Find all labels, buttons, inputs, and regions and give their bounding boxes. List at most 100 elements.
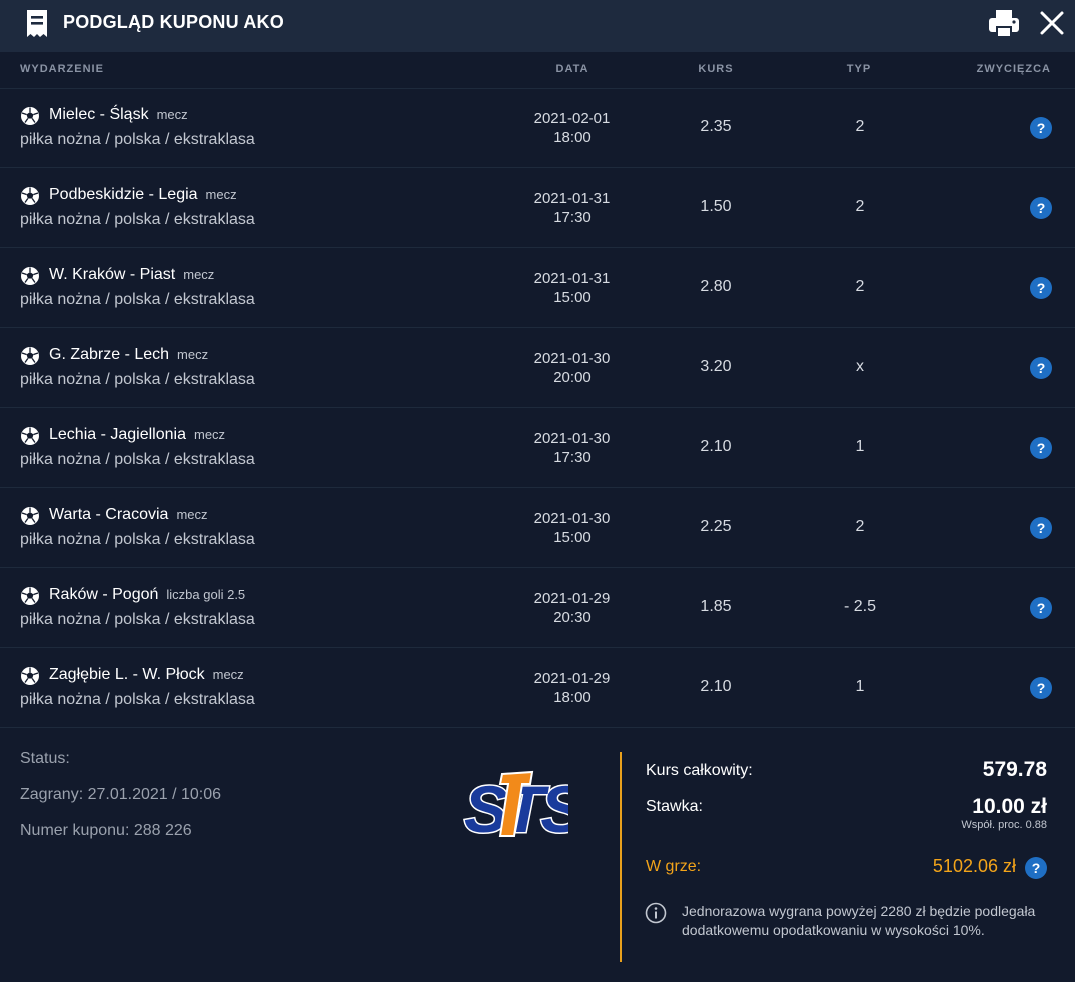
event-category: piłka nożna / polska / ekstraklasa <box>20 291 255 308</box>
column-header-event: WYDARZENIE <box>20 63 104 75</box>
event-time: 15:00 <box>553 289 591 306</box>
event-odds: 3.20 <box>700 358 732 375</box>
summary-divider <box>620 752 622 962</box>
soccer-ball-icon <box>21 667 39 685</box>
event-market: mecz <box>212 667 244 682</box>
event-market: mecz <box>177 347 209 362</box>
event-time: 18:00 <box>553 129 591 146</box>
event-type: 2 <box>855 118 865 135</box>
event-name: W. Kraków - Piast mecz <box>49 266 214 284</box>
question-icon[interactable]: ? <box>1030 677 1052 699</box>
event-datetime: 2021-01-30 17:30 <box>512 429 632 467</box>
tax-notice: Jednorazowa wygrana powyżej 2280 zł będz… <box>682 903 1036 938</box>
event-date: 2021-01-29 <box>533 590 611 607</box>
events-table: Mielec - Śląsk mecz piłka nożna / polska … <box>0 88 1075 728</box>
event-market: mecz <box>176 507 208 522</box>
event-teams: Warta - Cracovia <box>49 506 169 523</box>
info-icon <box>645 902 667 924</box>
event-teams: Raków - Pogoń <box>49 586 159 603</box>
question-icon[interactable]: ? <box>1030 437 1052 459</box>
event-odds: 2.10 <box>700 678 732 695</box>
event-category: piłka nożna / polska / ekstraklasa <box>20 371 255 388</box>
event-time: 15:00 <box>553 529 591 546</box>
event-market: mecz <box>183 267 215 282</box>
column-header-date: DATA <box>555 63 589 75</box>
event-category: piłka nożna / polska / ekstraklasa <box>20 531 255 548</box>
question-icon[interactable]: ? <box>1030 197 1052 219</box>
event-name: G. Zabrze - Lech mecz <box>49 346 208 364</box>
total-odds-value: 579.78 <box>982 758 1047 781</box>
coupon-played-date: Zagrany: 27.01.2021 / 10:06 <box>20 786 222 803</box>
event-type: 2 <box>855 278 865 295</box>
soccer-ball-icon <box>21 267 39 285</box>
event-type: 1 <box>855 678 865 695</box>
event-teams: W. Kraków - Piast <box>49 266 176 283</box>
soccer-ball-icon <box>21 427 39 445</box>
event-date: 2021-01-29 <box>533 670 611 687</box>
question-icon[interactable]: ? <box>1025 857 1047 879</box>
stake-factor: Współ. proc. 0.88 <box>961 819 1047 831</box>
printer-icon[interactable] <box>987 8 1021 40</box>
column-header-winner: ZWYCIĘZCA <box>976 63 1051 75</box>
event-datetime: 2021-01-31 15:00 <box>512 269 632 307</box>
table-header: WYDARZENIE DATA KURS TYP ZWYCIĘZCA <box>0 52 1075 89</box>
event-name: Mielec - Śląsk mecz <box>49 106 188 124</box>
question-icon[interactable]: ? <box>1030 517 1052 539</box>
event-market: mecz <box>193 427 226 442</box>
in-game-value: 5102.06 zł <box>932 856 1016 876</box>
stake-label: Stawka: <box>646 798 703 815</box>
event-teams: Mielec - Śląsk <box>49 106 149 123</box>
event-time: 18:00 <box>553 689 591 706</box>
event-name: Warta - Cracovia mecz <box>49 506 208 524</box>
event-market: mecz <box>205 187 237 202</box>
modal-title: PODGLĄD KUPONU AKO <box>63 12 284 32</box>
soccer-ball-icon <box>21 107 39 125</box>
event-time: 17:30 <box>553 449 591 466</box>
table-row: W. Kraków - Piast mecz piłka nożna / pols… <box>0 248 1075 328</box>
event-odds: 2.10 <box>700 438 732 455</box>
event-datetime: 2021-02-01 18:00 <box>512 109 632 147</box>
event-name: Lechia - Jagiellonia mecz <box>49 426 225 444</box>
coupon-summary: Status: Zagrany: 27.01.2021 / 10:06 Nume… <box>0 728 1075 982</box>
question-icon[interactable]: ? <box>1030 357 1052 379</box>
event-odds: 2.35 <box>700 118 732 135</box>
question-icon[interactable]: ? <box>1030 597 1052 619</box>
event-market: mecz <box>156 107 188 122</box>
stake-value: 10.00 zł <box>972 795 1047 818</box>
event-type: 2 <box>855 518 865 535</box>
table-row: Lechia - Jagiellonia mecz piłka nożna / p… <box>0 408 1075 488</box>
event-name: Zagłębie L. - W. Płock mecz <box>49 666 244 684</box>
soccer-ball-icon <box>21 507 39 525</box>
event-type: 2 <box>855 198 865 215</box>
table-row: Warta - Cracovia mecz piłka nożna / polsk… <box>0 488 1075 568</box>
event-teams: Zagłębie L. - W. Płock <box>49 666 205 683</box>
event-type: - 2.5 <box>843 598 876 615</box>
event-teams: Podbeskidzie - Legia <box>49 186 198 203</box>
event-odds: 1.50 <box>700 198 732 215</box>
event-teams: G. Zabrze - Lech <box>49 346 170 363</box>
event-date: 2021-01-30 <box>533 510 611 527</box>
event-type: x <box>856 358 864 375</box>
close-icon[interactable] <box>1038 9 1066 37</box>
table-row: G. Zabrze - Lech mecz piłka nożna / polsk… <box>0 328 1075 408</box>
question-icon[interactable]: ? <box>1030 117 1052 139</box>
event-name: Raków - Pogoń liczba goli 2.5 <box>49 586 245 604</box>
question-icon[interactable]: ? <box>1030 277 1052 299</box>
event-date: 2021-01-31 <box>533 270 611 287</box>
event-date: 2021-01-30 <box>533 350 611 367</box>
table-row: Raków - Pogoń liczba goli 2.5 piłka nożna… <box>0 568 1075 648</box>
event-datetime: 2021-01-30 20:00 <box>512 349 632 387</box>
soccer-ball-icon <box>21 347 39 365</box>
column-header-type: TYP <box>846 63 872 75</box>
table-row: Zagłębie L. - W. Płock mecz piłka nożna /… <box>0 648 1075 728</box>
event-time: 20:30 <box>553 609 591 626</box>
event-datetime: 2021-01-29 18:00 <box>512 669 632 707</box>
event-datetime: 2021-01-30 15:00 <box>512 509 632 547</box>
event-time: 20:00 <box>553 369 591 386</box>
event-date: 2021-01-31 <box>533 190 611 207</box>
event-odds: 1.85 <box>700 598 732 615</box>
coupon-number: Numer kuponu: 288 226 <box>20 822 192 839</box>
event-time: 17:30 <box>553 209 591 226</box>
event-odds: 2.25 <box>700 518 732 535</box>
event-name: Podbeskidzie - Legia mecz <box>49 186 237 204</box>
